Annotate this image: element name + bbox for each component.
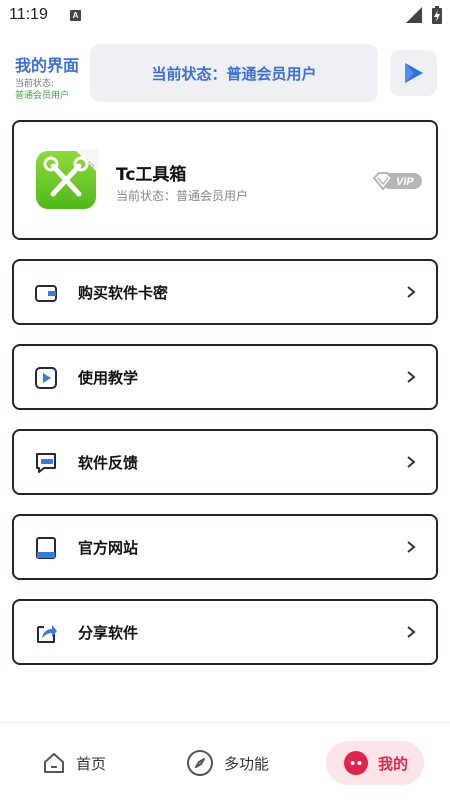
menu-label: 购买软件卡密 (78, 284, 169, 302)
play-button[interactable] (390, 50, 437, 96)
status-bar: 11:19 A (0, 0, 450, 32)
bottom-navigation: 首页 多功能 我的 (0, 722, 450, 800)
book-icon (36, 537, 56, 559)
app-name: Tc工具箱 (116, 165, 187, 185)
app-logo-icon: pro (36, 149, 98, 209)
wallet-icon (35, 285, 57, 302)
nav-multifunction-label: 多功能 (224, 754, 270, 773)
battery-icon (432, 6, 442, 24)
nav-multifunction[interactable]: 多功能 (186, 741, 269, 785)
signal-icon (406, 7, 422, 23)
notification-icon: A (70, 10, 81, 21)
vip-badge-label: VIP (396, 176, 414, 188)
app-membership-status: 当前状态：普通会员用户 (116, 189, 249, 203)
compass-icon (187, 750, 213, 776)
share-icon (37, 625, 57, 643)
menu-label: 软件反馈 (78, 454, 139, 472)
vip-badge-icon: VIP (372, 172, 422, 191)
chevron-right-icon (407, 456, 416, 468)
menu-item-official-site[interactable]: 官方网站 (12, 514, 438, 580)
nav-mine[interactable]: 我的 (326, 741, 425, 785)
nav-home-label: 首页 (76, 754, 107, 773)
chevron-right-icon (407, 371, 416, 383)
video-play-icon (35, 367, 57, 389)
chevron-right-icon (407, 541, 416, 553)
nav-home[interactable]: 首页 (42, 741, 106, 785)
home-icon (44, 753, 64, 773)
profile-header: 我的界面 当前状态: 普通会员用户 当前状态：普通会员用户 (0, 44, 450, 104)
menu-item-feedback[interactable]: 软件反馈 (12, 429, 438, 495)
page-title: 我的界面 (15, 56, 80, 75)
menu-label: 官方网站 (78, 539, 139, 557)
menu-item-tutorial[interactable]: 使用教学 (12, 344, 438, 410)
menu-item-share[interactable]: 分享软件 (12, 599, 438, 665)
menu-item-buy-license[interactable]: 购买软件卡密 (12, 259, 438, 325)
membership-level: 普通会员用户 (15, 91, 70, 101)
nav-mine-label: 我的 (378, 754, 409, 773)
app-info-card[interactable]: pro Tc工具箱 当前状态：普通会员用户 VIP (12, 120, 438, 240)
status-banner[interactable]: 当前状态：普通会员用户 (90, 44, 378, 102)
profile-icon (344, 751, 368, 775)
play-icon (404, 63, 423, 83)
status-time: 11:19 (9, 6, 48, 23)
chevron-right-icon (407, 626, 416, 638)
menu-label: 分享软件 (78, 624, 139, 642)
menu-label: 使用教学 (78, 369, 139, 387)
feedback-icon (36, 453, 56, 473)
chevron-right-icon (407, 286, 416, 298)
